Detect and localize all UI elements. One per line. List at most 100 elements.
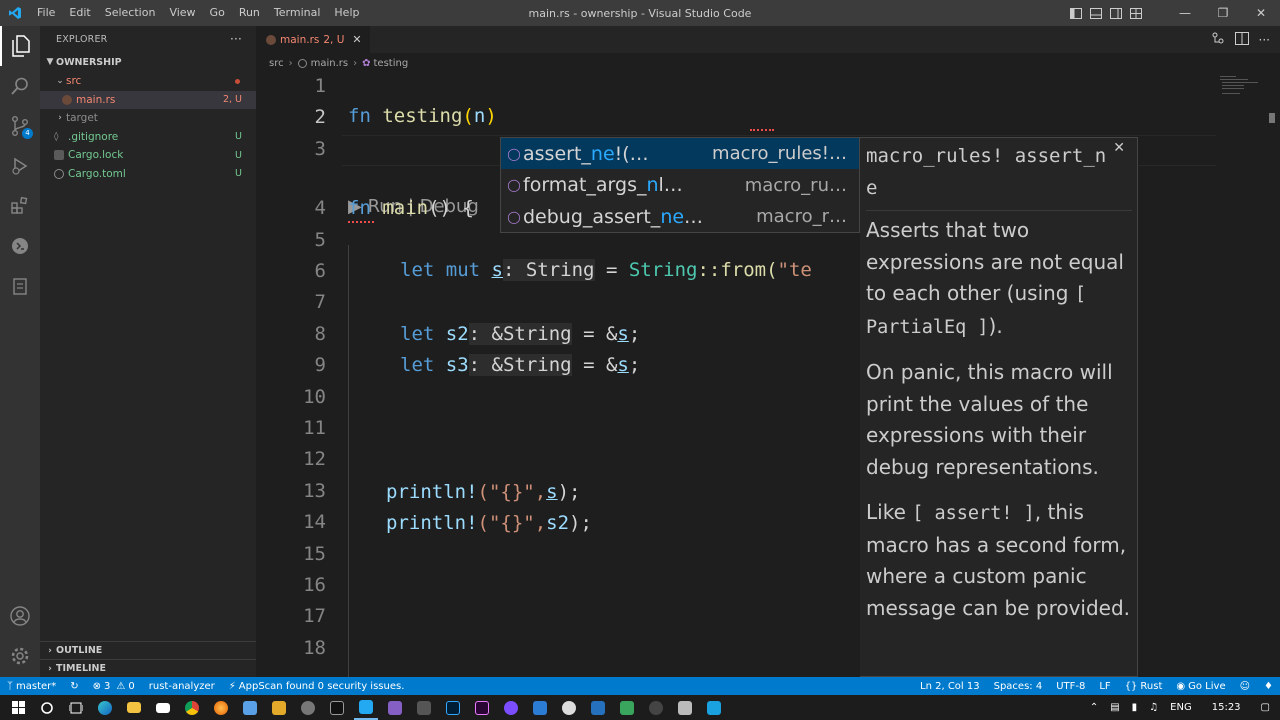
code-line-14[interactable]: println!("{}",s2);	[386, 512, 592, 534]
menu-selection[interactable]: Selection	[98, 0, 163, 26]
app-icon[interactable]	[702, 695, 726, 720]
powershell-icon[interactable]	[586, 695, 610, 720]
vertical-scrollbar[interactable]	[1266, 73, 1280, 677]
tree-item-cargo-toml[interactable]: Cargo.toml U	[40, 165, 256, 184]
mail-icon[interactable]	[151, 695, 175, 720]
input-language[interactable]: ENG	[1170, 702, 1192, 713]
status-encoding[interactable]: UTF-8	[1049, 681, 1092, 692]
menu-file[interactable]: File	[30, 0, 62, 26]
feedback-icon[interactable]: ☺	[1233, 681, 1257, 692]
toggle-sidebar-icon[interactable]	[1066, 0, 1086, 26]
docs-code-link[interactable]: [ assert! ]	[912, 503, 1035, 524]
code-line-2[interactable]: fn testing(n)	[348, 105, 497, 127]
manage-gear-icon[interactable]	[0, 636, 40, 676]
tree-item-gitignore[interactable]: ◊ .gitignore U	[40, 128, 256, 147]
terminal-icon[interactable]	[325, 695, 349, 720]
clock-time[interactable]: 15:23	[1212, 702, 1241, 713]
status-branch[interactable]: ᛉ master*	[0, 681, 63, 692]
app-icon[interactable]	[673, 695, 697, 720]
firefox-icon[interactable]	[209, 695, 233, 720]
code-line-8[interactable]: let s2: &String = &s;	[400, 323, 640, 345]
network-icon[interactable]: ▤	[1110, 702, 1119, 713]
close-window-icon[interactable]: ✕	[1242, 0, 1280, 26]
visual-studio-icon[interactable]	[383, 695, 407, 720]
app-icon[interactable]	[615, 695, 639, 720]
taskbar-search-icon[interactable]	[35, 695, 59, 720]
app-icon[interactable]	[499, 695, 523, 720]
minimap[interactable]	[1218, 73, 1268, 103]
more-actions-icon[interactable]: ···	[230, 32, 242, 46]
suggest-item[interactable]: ◯ debug_assert_ne… macro_r…	[501, 201, 859, 232]
project-section-header[interactable]: ▼ OWNERSHIP	[40, 52, 256, 72]
minimize-icon[interactable]: —	[1166, 0, 1204, 26]
account-icon[interactable]	[0, 596, 40, 636]
chrome-icon[interactable]	[180, 695, 204, 720]
menu-run[interactable]: Run	[232, 0, 267, 26]
status-eol[interactable]: LF	[1092, 681, 1117, 692]
status-go-live[interactable]: ◉ Go Live	[1169, 681, 1232, 692]
battery-icon[interactable]: ▮	[1132, 702, 1138, 713]
status-problems[interactable]: ⊗ 3 ⚠ 0	[86, 681, 142, 692]
explorer-icon[interactable]	[0, 26, 40, 66]
status-appscan[interactable]: ⚡ AppScan found 0 security issues.	[222, 681, 412, 692]
app-icon[interactable]	[238, 695, 262, 720]
search-icon[interactable]	[0, 66, 40, 106]
notifications-bell-icon[interactable]: ♦	[1257, 681, 1280, 692]
close-icon[interactable]: ✕	[1113, 139, 1125, 157]
close-tab-icon[interactable]: ✕	[352, 33, 361, 46]
file-explorer-icon[interactable]	[122, 695, 146, 720]
breadcrumb-src[interactable]: src	[269, 58, 284, 69]
code-line-6[interactable]: let mut s: String = String::from("te	[400, 259, 812, 281]
open-changes-icon[interactable]	[1211, 30, 1225, 49]
run-debug-icon[interactable]	[0, 146, 40, 186]
tray-chevron-up-icon[interactable]: ⌃	[1090, 702, 1098, 713]
toggle-secondary-sidebar-icon[interactable]	[1106, 0, 1126, 26]
restore-icon[interactable]: ❐	[1204, 0, 1242, 26]
tab-main-rs[interactable]: main.rs 2, U ✕	[256, 26, 370, 53]
tree-item-cargo-lock[interactable]: Cargo.lock U	[40, 146, 256, 165]
remote-explorer-icon[interactable]	[0, 226, 40, 266]
app-icon[interactable]	[267, 695, 291, 720]
code-line-4[interactable]: fn main() {	[348, 197, 474, 219]
more-actions-icon[interactable]: ···	[1259, 33, 1270, 47]
tree-item-src[interactable]: ⌄ src	[40, 72, 256, 91]
tree-item-target[interactable]: › target	[40, 109, 256, 128]
app-icon[interactable]	[557, 695, 581, 720]
status-language[interactable]: {} Rust	[1118, 681, 1170, 692]
app-icon[interactable]	[644, 695, 668, 720]
source-control-icon[interactable]: 4	[0, 106, 40, 146]
premiere-icon[interactable]	[470, 695, 494, 720]
suggest-item[interactable]: ◯ format_args_nl… macro_ru…	[501, 170, 859, 201]
menu-go[interactable]: Go	[203, 0, 232, 26]
suggest-item[interactable]: ◯ assert_ne!(… macro_rules!…	[501, 138, 859, 169]
scrollbar-thumb[interactable]	[1269, 113, 1275, 123]
timeline-section-header[interactable]: › TIMELINE	[40, 659, 256, 677]
status-sync[interactable]: ↻	[63, 681, 85, 692]
menu-view[interactable]: View	[162, 0, 202, 26]
app-icon[interactable]	[412, 695, 436, 720]
app-icon[interactable]	[296, 695, 320, 720]
status-indentation[interactable]: Spaces: 4	[987, 681, 1050, 692]
vscode-logo-icon[interactable]	[0, 0, 30, 26]
split-editor-icon[interactable]	[1234, 30, 1249, 49]
toggle-panel-icon[interactable]	[1086, 0, 1106, 26]
menu-edit[interactable]: Edit	[62, 0, 97, 26]
app-icon[interactable]	[528, 695, 552, 720]
customize-layout-icon[interactable]	[1126, 0, 1146, 26]
menu-terminal[interactable]: Terminal	[267, 0, 328, 26]
breadcrumb-file[interactable]: main.rs	[311, 58, 349, 69]
edge-icon[interactable]	[93, 695, 117, 720]
menu-help[interactable]: Help	[327, 0, 366, 26]
notification-center-icon[interactable]: ▢	[1261, 702, 1270, 713]
extensions-icon[interactable]	[0, 186, 40, 226]
breadcrumb-symbol[interactable]: testing	[374, 58, 409, 69]
vscode-taskbar-icon[interactable]	[354, 695, 378, 720]
photoshop-icon[interactable]	[441, 695, 465, 720]
testing-icon[interactable]	[0, 266, 40, 306]
volume-icon[interactable]: ♫	[1149, 702, 1158, 713]
status-rust-analyzer[interactable]: rust-analyzer	[142, 681, 222, 692]
windows-start-icon[interactable]	[6, 695, 30, 720]
status-cursor-position[interactable]: Ln 2, Col 13	[913, 681, 987, 692]
outline-section-header[interactable]: › OUTLINE	[40, 641, 256, 659]
code-line-9[interactable]: let s3: &String = &s;	[400, 354, 640, 376]
